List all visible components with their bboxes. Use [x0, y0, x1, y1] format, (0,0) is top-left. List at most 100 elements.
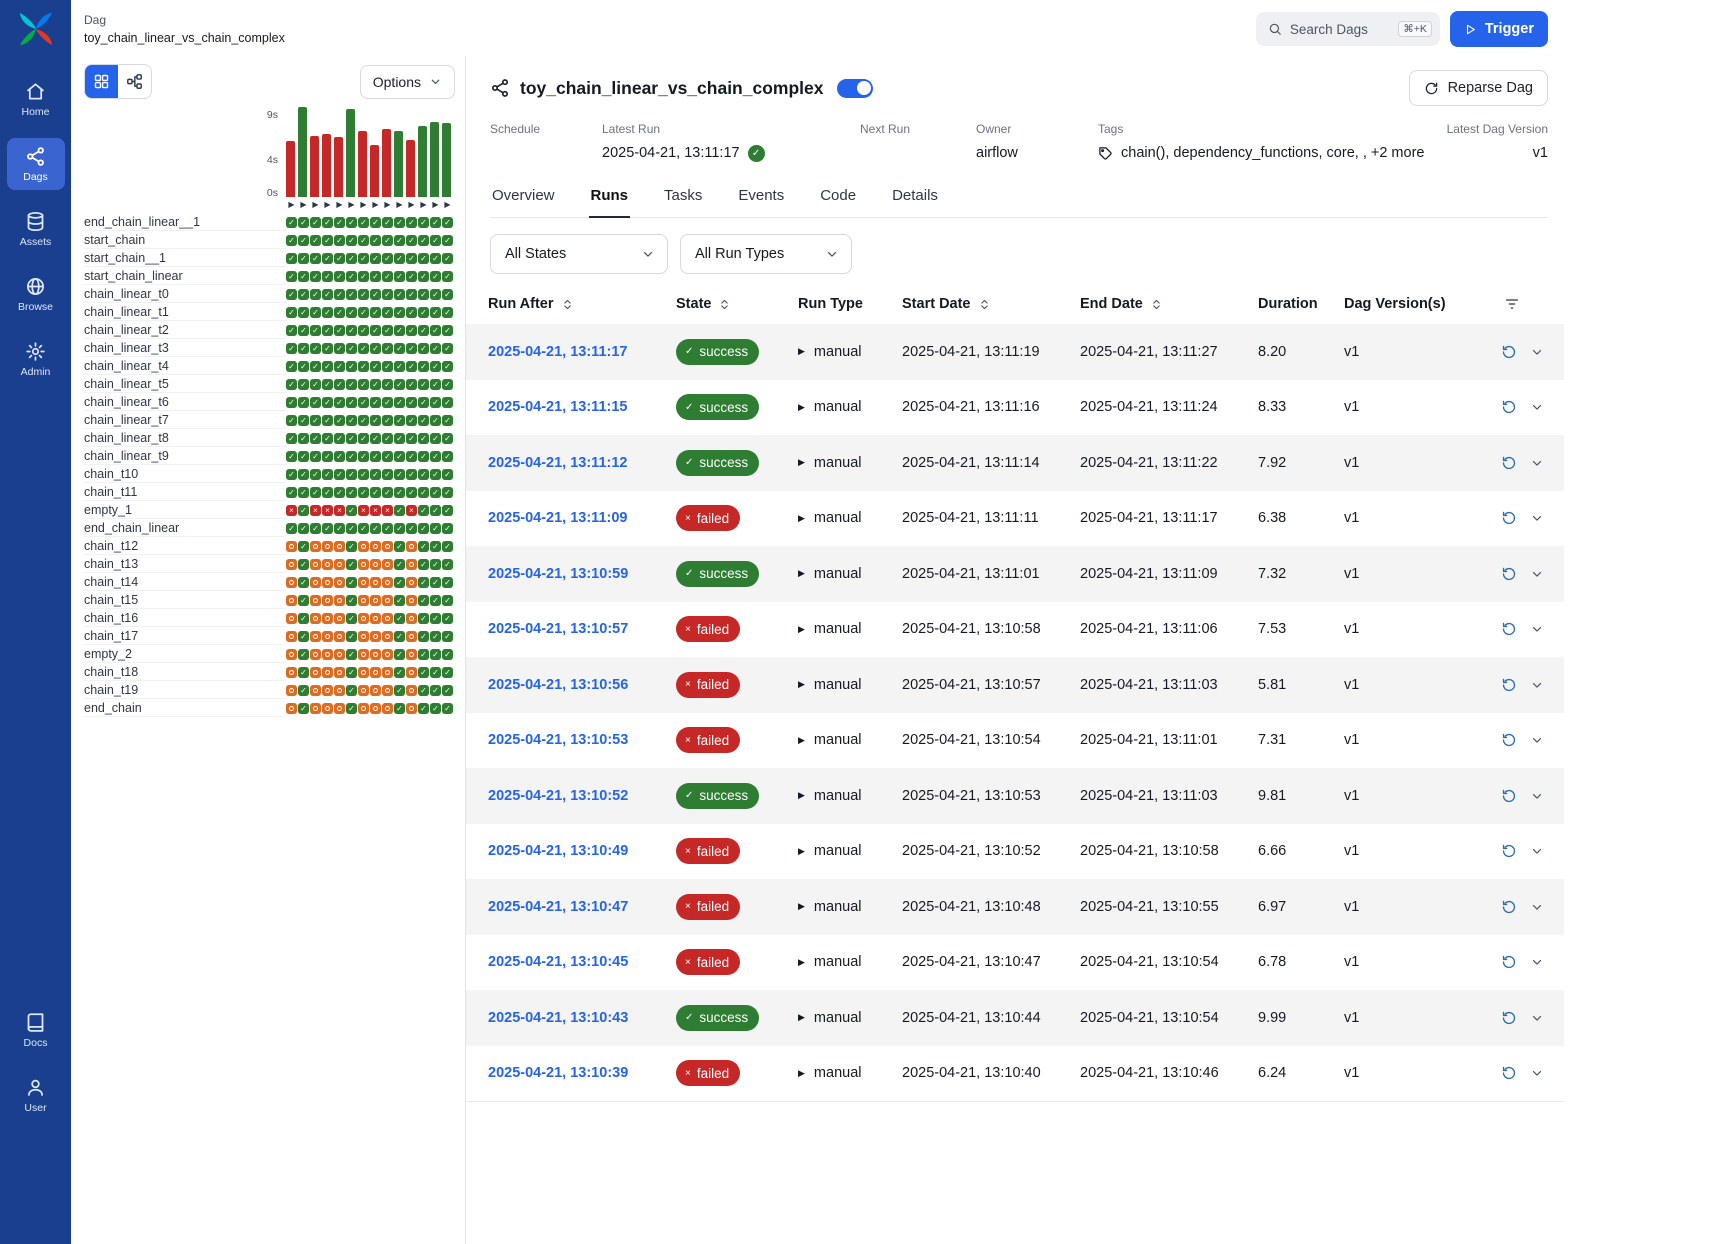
task-instance-success[interactable]: ✓	[358, 379, 369, 390]
task-instance-success[interactable]: ✓	[322, 433, 333, 444]
column-header-end-date[interactable]: End Date	[1080, 296, 1258, 312]
trigger-dag-button[interactable]: Trigger	[1450, 11, 1548, 47]
task-instance-success[interactable]: ✓	[346, 613, 357, 624]
task-instance-success[interactable]: ✓	[334, 415, 345, 426]
task-instance-success[interactable]: ✓	[322, 271, 333, 282]
run-after-link[interactable]: 2025-04-21, 13:10:53	[488, 732, 628, 748]
task-instance-success[interactable]: ✓	[430, 235, 441, 246]
task-instance-success[interactable]: ✓	[298, 253, 309, 264]
task-name[interactable]: chain_linear_t7	[84, 411, 286, 429]
task-instance-upstream-failed[interactable]	[382, 685, 393, 696]
task-instance-failed[interactable]: ×	[406, 505, 417, 516]
task-instance-success[interactable]: ✓	[310, 235, 321, 246]
task-instance-success[interactable]: ✓	[286, 361, 297, 372]
task-instance-success[interactable]: ✓	[298, 649, 309, 660]
task-instance-success[interactable]: ✓	[370, 397, 381, 408]
sidebar-item-admin[interactable]: Admin	[7, 333, 65, 385]
task-instance-upstream-failed[interactable]	[286, 703, 297, 714]
task-instance-success[interactable]: ✓	[298, 379, 309, 390]
task-instance-success[interactable]: ✓	[298, 685, 309, 696]
task-instance-upstream-failed[interactable]	[382, 577, 393, 588]
task-instance-success[interactable]: ✓	[442, 289, 453, 300]
task-instance-success[interactable]: ✓	[370, 415, 381, 426]
task-instance-upstream-failed[interactable]	[310, 541, 321, 552]
task-instance-success[interactable]: ✓	[322, 307, 333, 318]
task-instance-upstream-failed[interactable]	[286, 595, 297, 606]
task-instance-success[interactable]: ✓	[322, 253, 333, 264]
task-instance-success[interactable]: ✓	[394, 469, 405, 480]
task-instance-success[interactable]: ✓	[418, 397, 429, 408]
task-instance-success[interactable]: ✓	[418, 325, 429, 336]
row-menu-button[interactable]	[1530, 1011, 1544, 1025]
task-name[interactable]: start_chain	[84, 231, 286, 249]
task-instance-success[interactable]: ✓	[298, 217, 309, 228]
task-name[interactable]: chain_linear_t0	[84, 285, 286, 303]
task-instance-success[interactable]: ✓	[322, 487, 333, 498]
task-instance-success[interactable]: ✓	[382, 523, 393, 534]
task-instance-success[interactable]: ✓	[442, 487, 453, 498]
task-instance-success[interactable]: ✓	[370, 217, 381, 228]
task-instance-success[interactable]: ✓	[322, 361, 333, 372]
tab-details[interactable]: Details	[890, 181, 940, 218]
grid-view-button[interactable]	[85, 65, 118, 98]
sort-icon[interactable]	[718, 298, 731, 311]
sidebar-item-browse[interactable]: Browse	[7, 268, 65, 320]
task-instance-success[interactable]: ✓	[298, 469, 309, 480]
task-instance-upstream-failed[interactable]	[370, 595, 381, 606]
task-name[interactable]: chain_t19	[84, 681, 286, 699]
task-instance-success[interactable]: ✓	[418, 253, 429, 264]
task-instance-success[interactable]: ✓	[322, 217, 333, 228]
clear-run-button[interactable]	[1501, 455, 1517, 471]
task-instance-success[interactable]: ✓	[370, 235, 381, 246]
task-instance-success[interactable]: ✓	[418, 235, 429, 246]
task-instance-success[interactable]: ✓	[382, 325, 393, 336]
task-name[interactable]: chain_linear_t4	[84, 357, 286, 375]
task-instance-success[interactable]: ✓	[346, 415, 357, 426]
task-instance-success[interactable]: ✓	[346, 487, 357, 498]
task-instance-success[interactable]: ✓	[286, 343, 297, 354]
task-instance-success[interactable]: ✓	[298, 541, 309, 552]
run-duration-bar[interactable]	[370, 145, 379, 197]
clear-run-button[interactable]	[1501, 1010, 1517, 1026]
task-instance-upstream-failed[interactable]	[286, 577, 297, 588]
task-instance-success[interactable]: ✓	[286, 523, 297, 534]
task-instance-success[interactable]: ✓	[430, 217, 441, 228]
sidebar-item-user[interactable]: User	[7, 1069, 65, 1121]
task-instance-success[interactable]: ✓	[418, 595, 429, 606]
task-instance-upstream-failed[interactable]	[382, 613, 393, 624]
task-instance-success[interactable]: ✓	[298, 487, 309, 498]
task-instance-success[interactable]: ✓	[406, 325, 417, 336]
task-instance-upstream-failed[interactable]	[406, 649, 417, 660]
task-instance-success[interactable]: ✓	[394, 487, 405, 498]
sidebar-item-docs[interactable]: Docs	[7, 1004, 65, 1056]
task-instance-success[interactable]: ✓	[418, 469, 429, 480]
task-instance-success[interactable]: ✓	[442, 559, 453, 570]
task-instance-success[interactable]: ✓	[334, 451, 345, 462]
task-name[interactable]: start_chain__1	[84, 249, 286, 267]
task-instance-success[interactable]: ✓	[358, 289, 369, 300]
task-name[interactable]: chain_linear_t5	[84, 375, 286, 393]
task-instance-success[interactable]: ✓	[430, 271, 441, 282]
task-instance-success[interactable]: ✓	[334, 217, 345, 228]
task-instance-success[interactable]: ✓	[298, 703, 309, 714]
task-instance-success[interactable]: ✓	[442, 451, 453, 462]
task-instance-success[interactable]: ✓	[286, 397, 297, 408]
task-instance-upstream-failed[interactable]	[382, 595, 393, 606]
task-instance-upstream-failed[interactable]	[322, 613, 333, 624]
task-instance-upstream-failed[interactable]	[382, 631, 393, 642]
task-instance-success[interactable]: ✓	[394, 253, 405, 264]
task-instance-success[interactable]: ✓	[406, 307, 417, 318]
task-instance-success[interactable]: ✓	[298, 595, 309, 606]
task-instance-success[interactable]: ✓	[298, 667, 309, 678]
task-instance-success[interactable]: ✓	[346, 379, 357, 390]
task-name[interactable]: chain_linear_t2	[84, 321, 286, 339]
task-instance-upstream-failed[interactable]	[406, 541, 417, 552]
task-instance-success[interactable]: ✓	[382, 271, 393, 282]
task-instance-success[interactable]: ✓	[346, 289, 357, 300]
clear-run-button[interactable]	[1501, 399, 1517, 415]
task-instance-success[interactable]: ✓	[346, 559, 357, 570]
task-instance-upstream-failed[interactable]	[310, 577, 321, 588]
task-instance-success[interactable]: ✓	[358, 487, 369, 498]
task-instance-success[interactable]: ✓	[346, 703, 357, 714]
task-instance-success[interactable]: ✓	[406, 343, 417, 354]
